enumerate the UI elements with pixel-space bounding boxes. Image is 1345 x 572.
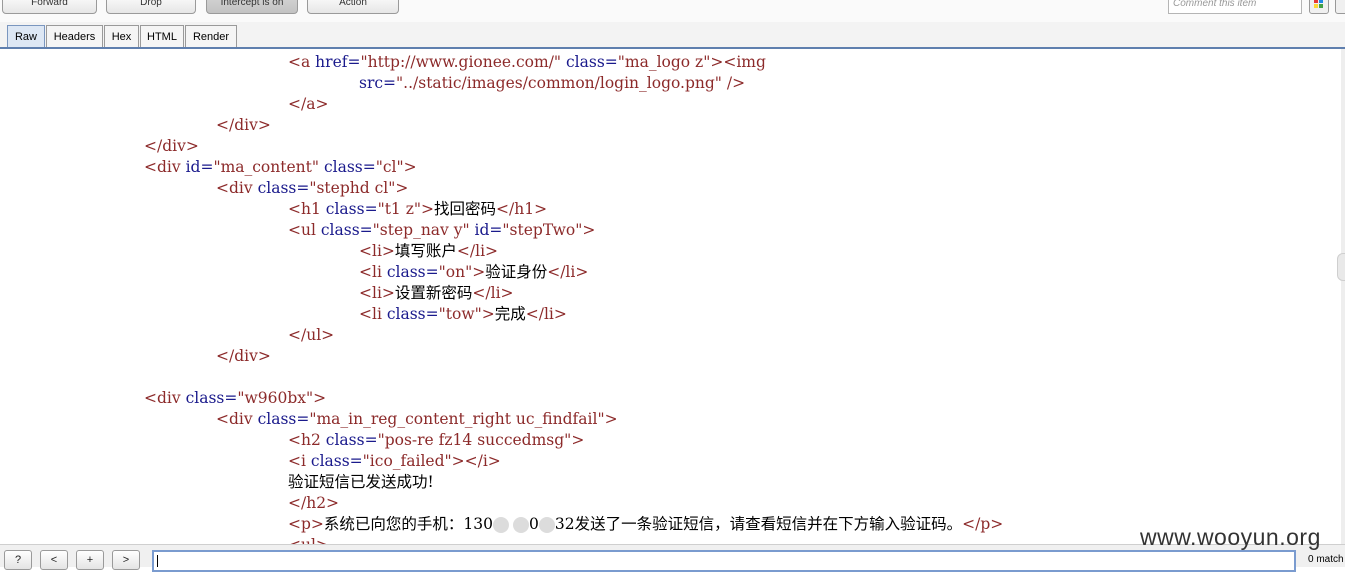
redaction-blur bbox=[513, 517, 529, 533]
id-value: "ma_content" bbox=[213, 158, 319, 176]
step-text: 设置新密码 bbox=[394, 284, 473, 302]
class-value: "ma_in_reg_content_right uc_findfail" bbox=[309, 410, 605, 428]
code-line: <li class="tow">完成</li> bbox=[359, 305, 567, 323]
help-button[interactable]: ? bbox=[4, 550, 32, 570]
class-value: "ico_failed" bbox=[362, 452, 452, 470]
search-input[interactable] bbox=[152, 550, 1296, 572]
code-line: src="../static/images/common/login_logo.… bbox=[359, 74, 746, 92]
id-value: "stepTwo" bbox=[502, 221, 583, 239]
class-value: "w960bx" bbox=[237, 389, 314, 407]
code-line: </div> bbox=[216, 116, 271, 134]
class-value: "step_nav y" bbox=[372, 221, 470, 239]
code-line: </div> bbox=[216, 347, 271, 365]
watermark: www.wooyun.org bbox=[1140, 524, 1321, 550]
drop-button[interactable]: Drop bbox=[106, 0, 196, 14]
code-line: 验证短信已发送成功! bbox=[288, 472, 434, 493]
tab-headers[interactable]: Headers bbox=[46, 25, 103, 47]
class-value: "pos-re fz14 succedmsg" bbox=[377, 431, 572, 449]
match-count: 0 match bbox=[1308, 554, 1344, 565]
success-message-text: 验证短信已发送成功! bbox=[288, 473, 434, 491]
sms-text-a: 系统已向您的手机：130 bbox=[323, 515, 493, 533]
code-line: <li class="on">验证身份</li> bbox=[359, 263, 589, 281]
tab-hex[interactable]: Hex bbox=[104, 25, 139, 47]
comment-input[interactable]: Comment this item bbox=[1168, 0, 1302, 14]
code-line: </div> bbox=[144, 137, 199, 155]
highlight-color-button[interactable] bbox=[1309, 0, 1329, 14]
proxy-toolbar: Forward Drop Intercept is on Action Comm… bbox=[0, 0, 1345, 22]
forward-button[interactable]: Forward bbox=[2, 0, 97, 14]
code-line: <a href="http://www.gionee.com/" class="… bbox=[288, 53, 766, 71]
sms-text-b: 0 bbox=[529, 515, 539, 533]
class-value: "cl" bbox=[375, 158, 404, 176]
step-text: 验证身份 bbox=[485, 263, 548, 281]
action-button[interactable]: Action bbox=[307, 0, 399, 14]
code-line: <h1 class="t1 z">找回密码</h1> bbox=[288, 200, 548, 218]
code-line: <h2 class="pos-re fz14 succedmsg"> bbox=[288, 431, 585, 449]
options-button[interactable] bbox=[1335, 0, 1345, 14]
search-options-button[interactable]: + bbox=[76, 550, 104, 570]
intercept-toggle-button[interactable]: Intercept is on bbox=[206, 0, 298, 14]
heading-text: 找回密码 bbox=[434, 200, 497, 218]
step-text: 填写账户 bbox=[394, 242, 457, 260]
redaction-blur bbox=[493, 517, 509, 533]
tab-html[interactable]: HTML bbox=[140, 25, 184, 47]
raw-message-editor[interactable]: <a href="http://www.gionee.com/" class="… bbox=[0, 51, 1345, 544]
code-line: <div id="ma_content" class="cl"> bbox=[144, 158, 417, 176]
code-line: <ul> bbox=[288, 535, 329, 544]
code-line: <div class="stephd cl"> bbox=[216, 179, 409, 197]
class-value: "stephd cl" bbox=[309, 179, 396, 197]
tab-render[interactable]: Render bbox=[185, 25, 237, 47]
class-value: "ma_logo z" bbox=[617, 53, 711, 71]
redaction-blur bbox=[538, 517, 555, 533]
code-line: <div class="w960bx"> bbox=[144, 389, 327, 407]
code-line: </a> bbox=[288, 95, 329, 113]
previous-match-button[interactable]: < bbox=[40, 550, 68, 570]
next-match-button[interactable]: > bbox=[112, 550, 140, 570]
sms-text-c: 32发送了一条验证短信，请查看短信并在下方输入验证码。 bbox=[554, 515, 963, 533]
code-line: <i class="ico_failed"></i> bbox=[288, 452, 501, 470]
message-view-tabs: Raw Headers Hex HTML Render bbox=[0, 22, 1345, 48]
code-line: <li>填写账户</li> bbox=[359, 242, 499, 260]
tab-raw[interactable]: Raw bbox=[7, 25, 45, 47]
class-value: "tow" bbox=[438, 305, 482, 323]
class-value: "t1 z" bbox=[377, 200, 422, 218]
class-value: "on" bbox=[438, 263, 473, 281]
src-value: "../static/images/common/login_logo.png" bbox=[396, 74, 722, 92]
step-text: 完成 bbox=[494, 305, 526, 323]
code-line: <ul class="step_nav y" id="stepTwo"> bbox=[288, 221, 596, 239]
code-line: </ul> bbox=[288, 326, 335, 344]
code-line: <div class="ma_in_reg_content_right uc_f… bbox=[216, 410, 618, 428]
color-grid-icon bbox=[1314, 0, 1324, 9]
code-line: <p>系统已向您的手机：130 0 32发送了一条验证短信，请查看短信并在下方输入验… bbox=[288, 515, 1004, 533]
code-line: <li>设置新密码</li> bbox=[359, 284, 514, 302]
tab-underline bbox=[0, 47, 1345, 49]
scroll-handle[interactable] bbox=[1337, 253, 1345, 281]
code-line: </h2> bbox=[288, 494, 340, 512]
vertical-scrollbar[interactable] bbox=[1341, 49, 1345, 544]
text-cursor bbox=[157, 555, 158, 567]
href-value: "http://www.gionee.com/" bbox=[360, 53, 562, 71]
